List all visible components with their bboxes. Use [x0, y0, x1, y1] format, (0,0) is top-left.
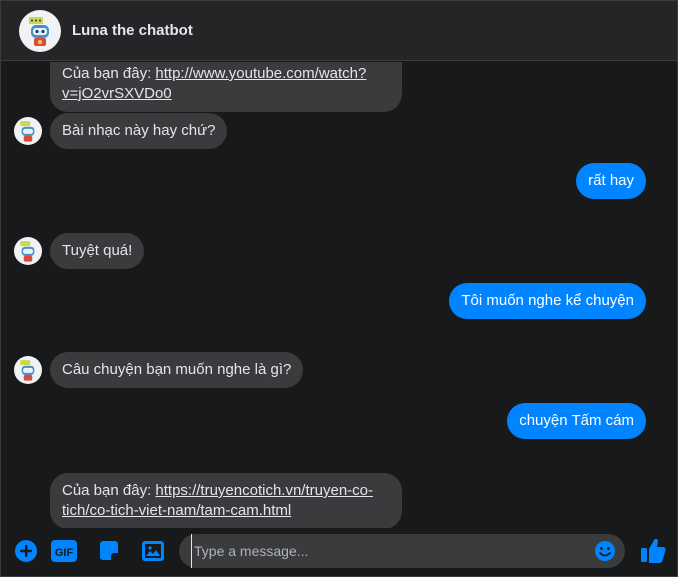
bot-avatar-small	[14, 237, 42, 265]
message-link-cont[interactable]: v=jO2vrSXVDo0	[62, 85, 172, 102]
message-bubble: Tôi muốn nghe kể chuyện	[449, 283, 646, 319]
sticker-icon[interactable]	[96, 538, 122, 564]
image-icon[interactable]	[140, 538, 166, 564]
message-bubble: rất hay	[576, 163, 646, 199]
gif-icon[interactable]: GIF	[51, 538, 77, 564]
message-input-wrap	[179, 534, 625, 568]
robot-icon	[20, 121, 35, 142]
chat-header: Luna the chatbot	[1, 1, 677, 61]
message-bubble: Của bạn đây: https://truyencotich.vn/tru…	[50, 473, 402, 528]
message-link-cont[interactable]: tich/co-tich-viet-nam/tam-cam.html	[62, 502, 291, 519]
message-user: Tôi muốn nghe kể chuyện	[449, 283, 646, 319]
message-link[interactable]: https://truyencotich.vn/truyen-co-	[155, 482, 373, 499]
message-bubble: Của bạn đây: http://www.youtube.com/watc…	[50, 62, 402, 112]
bot-avatar-small	[14, 117, 42, 145]
message-bot: Tuyệt quá!	[50, 233, 145, 269]
message-bubble: Tuyệt quá!	[50, 233, 145, 269]
message-user: rất hay	[576, 163, 646, 199]
message-user: chuyện Tấm cám	[507, 403, 646, 439]
plus-circle-icon[interactable]	[13, 538, 39, 564]
message-bubble: Câu chuyện bạn muốn nghe là gì?	[50, 352, 304, 388]
svg-text:GIF: GIF	[55, 547, 74, 559]
message-text: Của bạn đây:	[62, 482, 156, 499]
thumbs-up-icon[interactable]	[639, 535, 667, 565]
composer-bar: GIF	[1, 528, 677, 576]
message-link[interactable]: http://www.youtube.com/watch?	[155, 65, 366, 82]
message-bot: Câu chuyện bạn muốn nghe là gì?	[50, 352, 304, 388]
message-bubble: chuyện Tấm cám	[507, 403, 646, 439]
robot-icon	[20, 241, 35, 262]
robot-icon	[20, 360, 35, 381]
message-bot: Của bạn đây: http://www.youtube.com/watc…	[50, 62, 402, 112]
chat-window: Luna the chatbot Của bạn đây: http://www…	[0, 0, 678, 577]
robot-icon	[29, 16, 49, 46]
message-bubble: Bài nhạc này hay chứ?	[50, 113, 228, 149]
emoji-icon[interactable]	[593, 539, 617, 563]
message-bot: Của bạn đây: https://truyencotich.vn/tru…	[50, 473, 402, 528]
message-input[interactable]	[191, 534, 591, 568]
message-text: Của bạn đây:	[62, 65, 156, 82]
message-bot: Bài nhạc này hay chứ?	[50, 113, 228, 149]
message-list[interactable]: Của bạn đây: http://www.youtube.com/watc…	[1, 62, 677, 528]
bot-avatar-small	[14, 356, 42, 384]
bot-avatar[interactable]	[19, 9, 61, 52]
chat-title: Luna the chatbot	[72, 22, 193, 39]
